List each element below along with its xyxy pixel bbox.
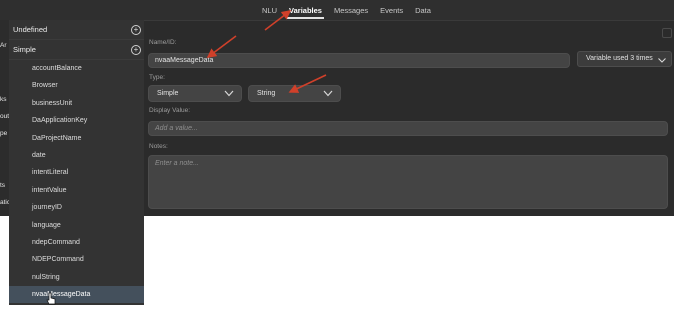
list-item[interactable]: intentLiteral — [9, 164, 144, 181]
add-icon[interactable]: + — [131, 25, 141, 35]
subtype-select-value: String — [257, 90, 276, 97]
variables-sidebar: Undefined + Simple + accountBalance Brow… — [9, 20, 144, 305]
tab-list: NLU Variables Messages Events Data — [256, 0, 437, 20]
tab-nlu[interactable]: NLU — [256, 0, 283, 20]
section-undefined[interactable]: Undefined + — [9, 20, 144, 40]
pointer-cursor-icon — [46, 292, 56, 305]
list-item[interactable]: accountBalance — [9, 60, 144, 77]
clipped-left-panel: Ar ks out pe ts atic — [0, 20, 9, 216]
list-item[interactable]: language — [9, 217, 144, 234]
section-simple[interactable]: Simple + — [9, 40, 144, 60]
list-item[interactable]: ndepCommand — [9, 234, 144, 251]
clipped-text: out — [0, 113, 9, 120]
list-item[interactable]: DaProjectName — [9, 130, 144, 147]
list-item[interactable]: date — [9, 147, 144, 164]
variable-used-button[interactable]: Variable used 3 times — [577, 51, 672, 67]
list-item[interactable]: NDEPCommand — [9, 251, 144, 268]
section-label: Simple — [13, 45, 36, 54]
variable-editor: Name/ID: nvaaMessageData Variable used 3… — [144, 21, 674, 216]
clipped-text: ts — [0, 182, 6, 189]
tab-messages[interactable]: Messages — [328, 0, 374, 20]
name-label: Name/ID: — [149, 39, 177, 46]
clipped-text: Ar — [0, 42, 7, 49]
display-value-input[interactable]: Add a value... — [148, 121, 668, 136]
add-icon[interactable]: + — [131, 45, 141, 55]
tab-data[interactable]: Data — [409, 0, 437, 20]
corner-icon — [662, 28, 672, 38]
list-item-selected[interactable]: nvaaMessageData — [9, 286, 144, 304]
variable-used-label: Variable used 3 times — [586, 55, 653, 62]
list-item[interactable]: intentValue — [9, 182, 144, 199]
subtype-select[interactable]: String — [248, 85, 341, 102]
chevron-down-icon — [323, 90, 333, 97]
top-tab-bar: NLU Variables Messages Events Data — [0, 0, 674, 21]
type-select-value: Simple — [157, 90, 179, 97]
clipped-text: pe — [0, 130, 8, 137]
name-input[interactable]: nvaaMessageData — [148, 53, 570, 68]
list-item[interactable]: journeyID — [9, 199, 144, 216]
type-select[interactable]: Simple — [148, 85, 242, 102]
list-item[interactable]: DaApplicationKey — [9, 112, 144, 129]
tab-events[interactable]: Events — [374, 0, 409, 20]
clipped-text: ks — [0, 96, 7, 103]
variable-list: accountBalance Browser businessUnit DaAp… — [9, 60, 144, 304]
chevron-down-icon — [224, 90, 234, 97]
tab-variables[interactable]: Variables — [283, 0, 328, 20]
clipped-text: atic — [0, 199, 9, 206]
list-item[interactable]: businessUnit — [9, 95, 144, 112]
list-item[interactable]: nulString — [9, 269, 144, 286]
display-value-label: Display Value: — [149, 107, 191, 114]
notes-textarea[interactable]: Enter a note... — [148, 155, 668, 209]
list-item[interactable]: Browser — [9, 77, 144, 94]
chevron-down-icon — [658, 58, 666, 63]
notes-label: Notes: — [149, 143, 168, 150]
type-label: Type: — [149, 74, 165, 81]
section-label: Undefined — [13, 25, 48, 34]
